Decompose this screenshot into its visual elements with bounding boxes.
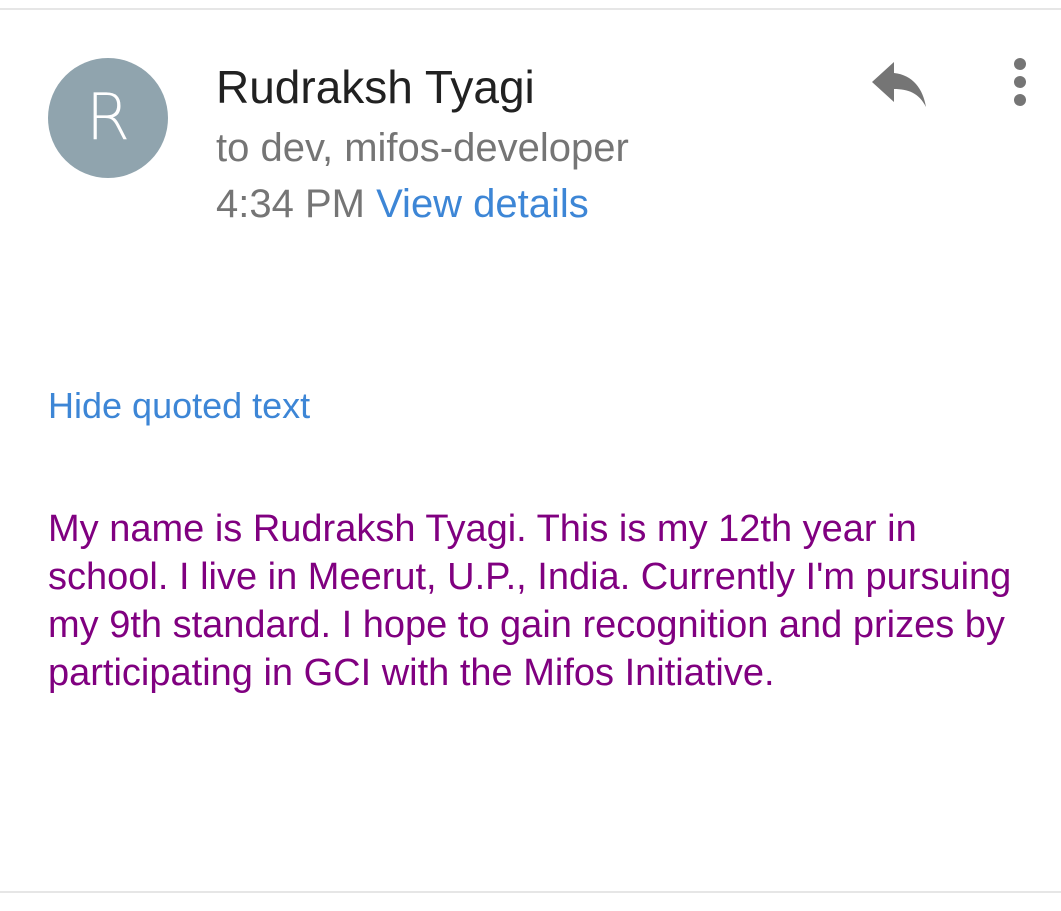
time-details-line: 4:34 PM View details [216, 182, 589, 227]
message-time: 4:34 PM [216, 182, 365, 226]
more-vert-icon [1014, 58, 1026, 106]
sender-avatar[interactable]: R [48, 58, 168, 178]
recipients-line: to dev, mifos-developer [216, 126, 629, 170]
reply-button[interactable] [868, 58, 930, 110]
reply-icon [872, 62, 926, 107]
hide-quoted-text-link[interactable]: Hide quoted text [48, 385, 310, 427]
sender-name: Rudraksh Tyagi [216, 61, 535, 113]
message-body: My name is Rudraksh Tyagi. This is my 12… [48, 508, 1012, 694]
more-options-button[interactable] [1000, 54, 1040, 114]
email-message-view: R Rudraksh Tyagi to dev, mifos-developer… [0, 0, 1061, 911]
top-divider [0, 8, 1061, 10]
bottom-divider [0, 891, 1061, 893]
view-details-link[interactable]: View details [376, 182, 589, 226]
avatar-letter: R [85, 81, 131, 155]
